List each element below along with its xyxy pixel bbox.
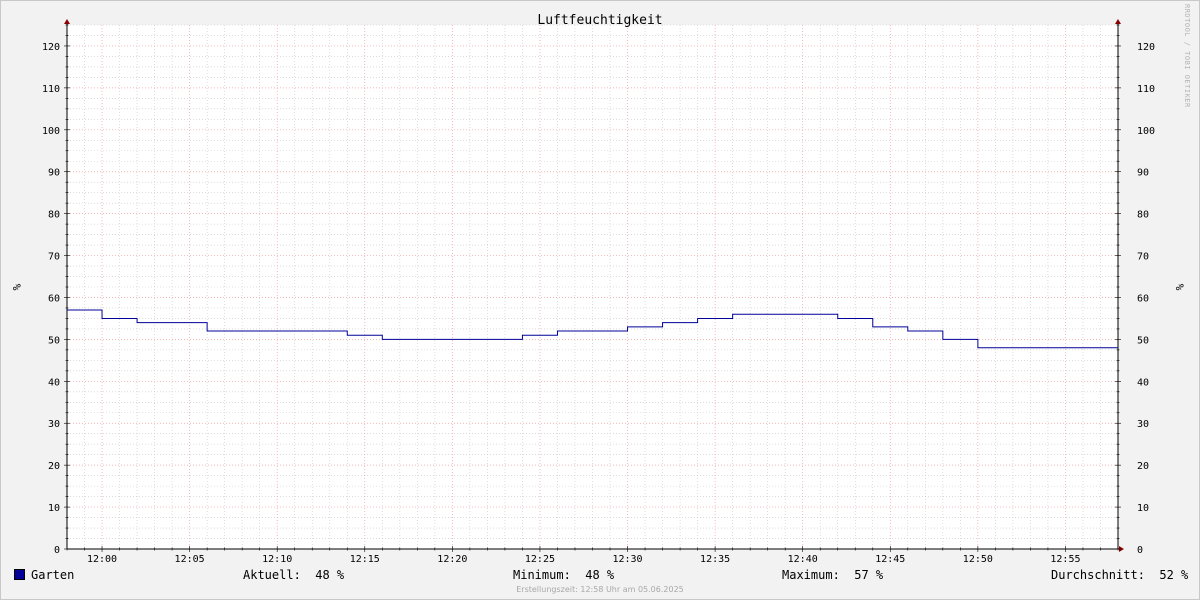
y-tick-labels-left: 0 10 20 30 40 50 60 70 80 90 100 110 120 [42, 42, 60, 556]
x-tick-labels: 12:00 12:05 12:10 12:15 12:20 12:25 12:30 12:35… [87, 554, 1081, 565]
y-tick-label: 40 [1137, 377, 1149, 388]
y-tick-label: 10 [48, 503, 60, 514]
y-tick-label: 80 [1137, 210, 1149, 221]
y-axis-arrow-left [64, 19, 70, 24]
aktuell-value: 48 % [315, 568, 345, 582]
y-axis-label-left: % [10, 284, 23, 291]
x-tick-label: 12:40 [788, 554, 818, 565]
minimum-value: 48 % [585, 568, 615, 582]
legend-aktuell: Aktuell: 48 % [243, 568, 344, 582]
y-tick-label: 20 [1137, 461, 1149, 472]
chart-title: Luftfeuchtigkeit [537, 13, 662, 28]
durchschnitt-label: Durchschnitt: [1051, 568, 1145, 582]
humidity-chart: 0 10 20 30 40 50 60 70 80 90 100 110 120 0 10 20 30 40 50… [10, 13, 1186, 565]
y-tick-label: 100 [42, 126, 60, 137]
watermark: RRDTOOL / TOBI OETIKER [1183, 4, 1191, 108]
y-tick-label: 60 [48, 293, 60, 304]
durchschnitt-value: 52 % [1159, 568, 1189, 582]
x-tick-label: 12:55 [1050, 554, 1080, 565]
y-tick-label: 50 [1137, 335, 1149, 346]
legend-series-name: Garten [31, 568, 75, 582]
y-tick-label: 110 [1137, 84, 1155, 95]
y-tick-label: 90 [1137, 168, 1149, 179]
minimum-label: Minimum: [513, 568, 571, 582]
y-tick-label: 30 [48, 419, 60, 430]
y-tick-label: 10 [1137, 503, 1149, 514]
y-tick-label: 0 [1137, 545, 1143, 556]
x-tick-label: 12:35 [700, 554, 730, 565]
maximum-value: 57 % [854, 568, 884, 582]
x-tick-label: 12:30 [612, 554, 642, 565]
y-tick-label: 100 [1137, 126, 1155, 137]
x-tick-label: 12:05 [175, 554, 205, 565]
y-axis-label-right: % [1173, 284, 1186, 291]
maximum-label: Maximum: [782, 568, 840, 582]
legend-swatch [14, 569, 25, 580]
y-tick-label: 70 [1137, 252, 1149, 263]
y-tick-label: 0 [54, 545, 60, 556]
aktuell-label: Aktuell: [243, 568, 301, 582]
y-tick-label: 110 [42, 84, 60, 95]
y-tick-label: 80 [48, 210, 60, 221]
y-tick-label: 90 [48, 168, 60, 179]
legend-series: Garten [14, 568, 74, 582]
y-tick-labels-right: 0 10 20 30 40 50 60 70 80 90 100 110 120 [1137, 42, 1155, 556]
y-tick-label: 40 [48, 377, 60, 388]
y-tick-label: 30 [1137, 419, 1149, 430]
y-tick-label: 60 [1137, 293, 1149, 304]
y-tick-label: 120 [42, 42, 60, 53]
x-tick-label: 12:15 [350, 554, 380, 565]
y-tick-label: 70 [48, 252, 60, 263]
x-tick-label: 12:50 [963, 554, 993, 565]
x-tick-label: 12:00 [87, 554, 117, 565]
y-tick-label: 50 [48, 335, 60, 346]
legend-durchschnitt: Durchschnitt: 52 % [1051, 568, 1188, 582]
creation-timestamp: Erstellungszeit: 12:58 Uhr am 05.06.2025 [516, 585, 684, 594]
x-tick-label: 12:20 [437, 554, 467, 565]
y-tick-label: 20 [48, 461, 60, 472]
legend-maximum: Maximum: 57 % [782, 568, 883, 582]
x-tick-label: 12:10 [262, 554, 292, 565]
y-tick-label: 120 [1137, 42, 1155, 53]
legend-minimum: Minimum: 48 % [513, 568, 614, 582]
x-tick-label: 12:25 [525, 554, 555, 565]
y-axis-arrow-right [1115, 19, 1121, 24]
x-tick-label: 12:45 [875, 554, 905, 565]
